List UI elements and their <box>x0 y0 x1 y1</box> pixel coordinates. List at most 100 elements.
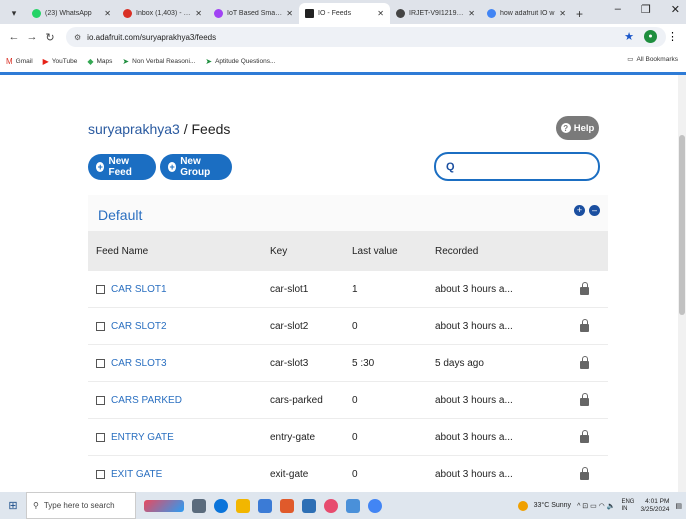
language-indicator[interactable]: ENG IN <box>621 499 634 512</box>
mail-icon[interactable] <box>302 498 316 513</box>
close-window-icon[interactable]: ✕ <box>671 3 680 16</box>
lock-icon[interactable] <box>580 467 589 480</box>
feed-key: exit-gate <box>270 468 309 480</box>
close-icon[interactable]: ✕ <box>559 9 566 18</box>
row-checkbox[interactable] <box>96 469 105 479</box>
minimize-icon[interactable]: – <box>615 3 621 16</box>
browser-tab-whatsapp[interactable]: (23) WhatsApp ✕ <box>26 3 117 24</box>
search-input[interactable] <box>458 161 579 172</box>
feed-link[interactable]: EXIT GATE <box>111 469 162 480</box>
add-feed-to-group-icon[interactable]: + <box>574 205 585 216</box>
table-header: Feed Name Key Last value Recorded <box>88 231 608 271</box>
maps-icon: ◆ <box>87 56 94 66</box>
tab-strip: ▾ (23) WhatsApp ✕ Inbox (1,403) - tan ✕ … <box>0 0 686 24</box>
browser-tab-iot[interactable]: IoT Based Smart P ✕ <box>208 3 299 24</box>
close-icon[interactable]: ✕ <box>377 9 384 18</box>
weather-sun-icon <box>517 500 528 511</box>
url-input[interactable]: ⚙ io.adafruit.com/suryaprakhya3/feeds <box>66 27 666 47</box>
site-info-icon[interactable]: ⚙ <box>74 33 81 42</box>
taskbar: ⊞ ⚲ Type here to search 33°C Sunny ^ ⊡ ▭… <box>0 492 686 519</box>
chrome-icon[interactable] <box>368 498 382 513</box>
lock-icon[interactable] <box>580 319 589 332</box>
browser-tab-gmail[interactable]: Inbox (1,403) - tan ✕ <box>117 3 208 24</box>
tray-icons[interactable]: ^ ⊡ ▭ ◠ 🔈 <box>577 502 615 510</box>
collapse-group-icon[interactable]: – <box>589 205 600 216</box>
browser-tab-io-feeds[interactable]: IO - Feeds ✕ <box>299 3 390 24</box>
feed-recorded: about 3 hours a... <box>435 468 513 480</box>
column-recorded[interactable]: Recorded <box>435 231 478 271</box>
weather-text[interactable]: 33°C Sunny <box>534 502 571 509</box>
column-last-value[interactable]: Last value <box>352 231 398 271</box>
bookmark-maps[interactable]: ◆ Maps <box>87 57 112 66</box>
app-icon[interactable] <box>346 498 360 513</box>
lock-icon[interactable] <box>580 356 589 369</box>
close-icon[interactable]: ✕ <box>468 9 475 18</box>
breadcrumb-user-link[interactable]: suryaprakhya3 <box>88 121 180 137</box>
notification-icon[interactable]: ▤ <box>675 502 682 510</box>
close-icon[interactable]: ✕ <box>104 9 111 18</box>
forward-icon[interactable]: → <box>24 31 40 43</box>
windows-start-icon[interactable]: ⊞ <box>0 492 26 519</box>
row-checkbox[interactable] <box>96 358 105 368</box>
restore-icon[interactable]: ❐ <box>641 3 651 16</box>
search-icon: Q <box>446 160 455 173</box>
bookmark-aptitude[interactable]: ➤ Aptitude Questions... <box>205 57 275 66</box>
row-checkbox[interactable] <box>96 284 105 294</box>
clock[interactable]: 4:01 PM 3/25/2024 <box>640 498 669 512</box>
bookmark-gmail[interactable]: M Gmail <box>6 57 33 66</box>
feed-recorded: 5 days ago <box>435 357 484 369</box>
feed-recorded: about 3 hours a... <box>435 431 513 443</box>
feed-link[interactable]: CAR SLOT2 <box>111 321 167 332</box>
youtube-icon: ▶ <box>42 56 49 66</box>
breadcrumb: suryaprakhya3 / Feeds <box>88 121 231 137</box>
new-tab-button[interactable]: + <box>576 7 583 21</box>
row-checkbox[interactable] <box>96 321 105 331</box>
reload-icon[interactable]: ↻ <box>42 31 58 44</box>
store-icon[interactable] <box>258 498 272 513</box>
feed-link[interactable]: CAR SLOT1 <box>111 284 167 295</box>
lock-icon[interactable] <box>580 393 589 406</box>
browser-tab-google[interactable]: how adafruit IO w ✕ <box>481 3 572 24</box>
profile-avatar[interactable]: ● <box>644 30 657 43</box>
new-group-button[interactable]: + New Group <box>160 154 232 180</box>
feed-last-value: 0 <box>352 394 358 406</box>
new-feed-button[interactable]: + New Feed <box>88 154 156 180</box>
scrollbar-thumb[interactable] <box>679 135 685 315</box>
taskbar-search[interactable]: ⚲ Type here to search <box>26 492 136 519</box>
row-checkbox[interactable] <box>96 395 105 405</box>
lock-icon[interactable] <box>580 430 589 443</box>
page-scrollbar[interactable] <box>678 75 686 492</box>
more-menu-icon[interactable]: ⋮ <box>667 30 678 43</box>
table-row: CAR SLOT2 car-slot2 0 about 3 hours a... <box>88 308 608 345</box>
brave-icon[interactable] <box>280 498 294 513</box>
feed-link[interactable]: CARS PARKED <box>111 395 182 406</box>
feed-recorded: about 3 hours a... <box>435 283 513 295</box>
back-icon[interactable]: ← <box>6 31 22 43</box>
edge-icon[interactable] <box>214 498 228 513</box>
file-explorer-icon[interactable] <box>236 498 250 513</box>
close-icon[interactable]: ✕ <box>195 9 202 18</box>
lock-icon[interactable] <box>580 282 589 295</box>
feed-link[interactable]: CAR SLOT3 <box>111 358 167 369</box>
app-icon[interactable] <box>324 498 338 513</box>
tab-search-chevron-icon[interactable]: ▾ <box>6 5 22 21</box>
system-tray: 33°C Sunny ^ ⊡ ▭ ◠ 🔈 ENG IN 4:01 PM 3/25… <box>517 492 682 519</box>
help-button[interactable]: ? Help <box>556 116 599 140</box>
gmail-icon <box>123 9 132 18</box>
task-view-icon[interactable] <box>192 498 206 513</box>
browser-tab-irjet[interactable]: IRJET-V9I12195.pd ✕ <box>390 3 481 24</box>
row-checkbox[interactable] <box>96 432 105 442</box>
bookmark-non-verbal[interactable]: ➤ Non Verbal Reasoni... <box>122 57 195 66</box>
bookmark-youtube[interactable]: ▶ YouTube <box>43 57 78 66</box>
column-key[interactable]: Key <box>270 231 287 271</box>
people-widget-icon[interactable] <box>144 499 184 512</box>
gmail-icon: M <box>6 56 13 66</box>
column-feed-name[interactable]: Feed Name <box>96 231 148 271</box>
search-box[interactable]: Q <box>434 152 600 181</box>
feed-link[interactable]: ENTRY GATE <box>111 432 174 443</box>
feed-key: car-slot1 <box>270 283 309 295</box>
group-title[interactable]: Default <box>98 207 142 223</box>
bookmark-star-icon[interactable]: ★ <box>624 30 634 43</box>
close-icon[interactable]: ✕ <box>286 9 293 18</box>
all-bookmarks[interactable]: ▭ All Bookmarks <box>627 55 678 64</box>
